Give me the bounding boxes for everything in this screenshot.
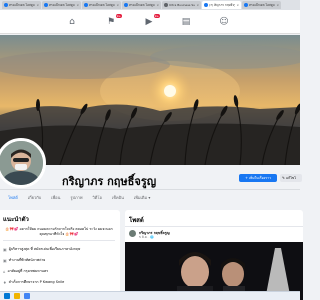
close-icon[interactable]: ×: [116, 3, 119, 7]
profile-name: กริญาภร กฤษธิ์จรูญ: [62, 175, 157, 188]
close-icon[interactable]: ×: [76, 3, 79, 7]
intro-row-work: ▣ ผู้บริหารสูงสุด ที่ สมัครเล่นเพื่อเรียน…: [3, 246, 81, 252]
windows-taskbar: [0, 291, 300, 300]
groups-icon[interactable]: ☺: [219, 17, 229, 27]
profile-tabs: โพสต์ เกี่ยวกับ เพื่อน รูปภาพ วิดีโอ เช็คอิน เ…: [0, 193, 300, 202]
tab-favicon-icon: [204, 3, 208, 7]
posts-title: โพสต์: [129, 217, 144, 224]
profile-tab[interactable]: เช็คอิน: [112, 194, 124, 201]
cover-photo[interactable]: [0, 35, 300, 165]
intro-row-job: ▣ ทำงานที่ทิวทัศน์ภาพถ่าย: [3, 257, 46, 263]
edit-profile-button[interactable]: ✎ แก้ไขโ: [280, 174, 302, 182]
profile-tab[interactable]: วิดีโอ: [93, 194, 102, 201]
tab-title: ทรงแม็กเดล โฮสตูแท็บ: [49, 2, 75, 7]
close-icon[interactable]: ×: [156, 3, 159, 7]
intro-bio: 🎂🎀💕 อยากให้ผม ถนอมความรักจากใจจริง ตลอดไ…: [5, 227, 113, 236]
briefcase-icon: ▣: [3, 257, 7, 263]
graduation-cap-icon: ♦: [3, 279, 7, 285]
marketplace-icon[interactable]: ▤: [181, 17, 191, 27]
close-icon[interactable]: ×: [236, 3, 239, 7]
tab-favicon-icon: [164, 3, 168, 7]
video-badge: 9+: [153, 14, 160, 18]
profile-tab[interactable]: รูปภาพ: [70, 194, 82, 201]
post-date[interactable]: 5 มิ.ย. · 🌐: [139, 235, 154, 240]
cover-sunset-grass-image: [0, 35, 300, 165]
home-icon: ⌂: [3, 268, 6, 274]
profile-tab[interactable]: เพิ่มเติม ▾: [134, 194, 151, 201]
profile-tab[interactable]: เกี่ยวกับ: [28, 194, 41, 201]
start-icon[interactable]: [4, 293, 10, 299]
browser-tab-bar: ทรงแม็กเดล โฮสตูแท็บ×ทรงแม็กเดล โฮสตูแท็…: [0, 0, 300, 10]
add-story-button[interactable]: + เพิ่มในเรื่องราว: [239, 174, 277, 182]
profile-avatar[interactable]: [0, 138, 46, 188]
video-icon[interactable]: ▶ 9+: [144, 14, 160, 27]
profile-photo-image: [0, 141, 43, 185]
posts-divider: [125, 226, 303, 227]
profile-divider: [0, 189, 300, 190]
chrome-icon[interactable]: [24, 293, 30, 299]
flag-icon[interactable]: ⚑ 9+: [106, 14, 122, 27]
tab-title: ทรงแม็กเดล โฮสตูแท็บ: [89, 2, 115, 7]
tab-title: ทรงแม็กเดล โฮสตูแท็บ: [9, 2, 35, 7]
intro-divider: [3, 240, 115, 241]
tab-favicon-icon: [44, 3, 48, 7]
browser-tab[interactable]: ทรงแม็กเดล โฮสตูแท็บ×: [242, 1, 281, 9]
tab-favicon-icon: [244, 3, 248, 7]
profile-tab[interactable]: เพื่อน: [51, 194, 60, 201]
close-icon[interactable]: ×: [276, 3, 279, 7]
home-icon[interactable]: ⌂: [67, 17, 77, 27]
folder-icon[interactable]: [14, 293, 20, 299]
intro-card: แนะนำตัว 🎂🎀💕 อยากให้ผม ถนอมความรักจากใจจ…: [0, 210, 120, 300]
close-icon[interactable]: ×: [196, 3, 199, 7]
browser-tab[interactable]: ทรงแม็กเดล โฮสตูแท็บ×: [82, 1, 121, 9]
browser-tab[interactable]: Ultra Business Suite×: [162, 1, 201, 9]
posts-card: โพสต์ กริญาภร กฤษธิ์จรูญ 5 มิ.ย. · 🌐: [125, 210, 303, 300]
tab-favicon-icon: [4, 3, 8, 7]
browser-tab[interactable]: ทรงแม็กเดล โฮสตูแท็บ×: [2, 1, 41, 9]
browser-tab[interactable]: (7) ศิญาภร กฤษธิ์จรูญ | Face×: [202, 1, 241, 9]
close-icon[interactable]: ×: [36, 3, 39, 7]
intro-row-education: ♦ สำเร็จการศึกษาจาก P Kwang Snile: [3, 279, 65, 285]
intro-title: แนะนำตัว: [3, 216, 29, 223]
tab-title: ทรงแม็กเดล โฮสตูแท็บ: [249, 2, 275, 7]
facebook-top-nav: ⌂ ⚑ 9+ ▶ 9+ ▤ ☺: [0, 10, 300, 34]
profile-tab[interactable]: โพสต์: [8, 194, 18, 201]
tab-title: (7) ศิญาภร กฤษธิ์จรูญ | Face: [209, 2, 235, 7]
browser-tab[interactable]: ทรงแม็กเดล โฮสตูแท็บ×: [42, 1, 81, 9]
tab-favicon-icon: [124, 3, 128, 7]
tab-favicon-icon: [84, 3, 88, 7]
tab-title: ทรงแม็กเดล โฮสตูแท็บ: [129, 2, 155, 7]
briefcase-icon: ▣: [3, 246, 7, 252]
intro-row-home: ⌂ อาศัยอยู่ที่ กรุงเทพมหานคร: [3, 268, 49, 274]
post-author-avatar[interactable]: [129, 230, 136, 237]
browser-tab[interactable]: ทรงแม็กเดล โฮสตูแท็บ×: [122, 1, 161, 9]
tab-title: Ultra Business Suite: [169, 3, 196, 7]
flag-badge: 9+: [115, 14, 122, 18]
